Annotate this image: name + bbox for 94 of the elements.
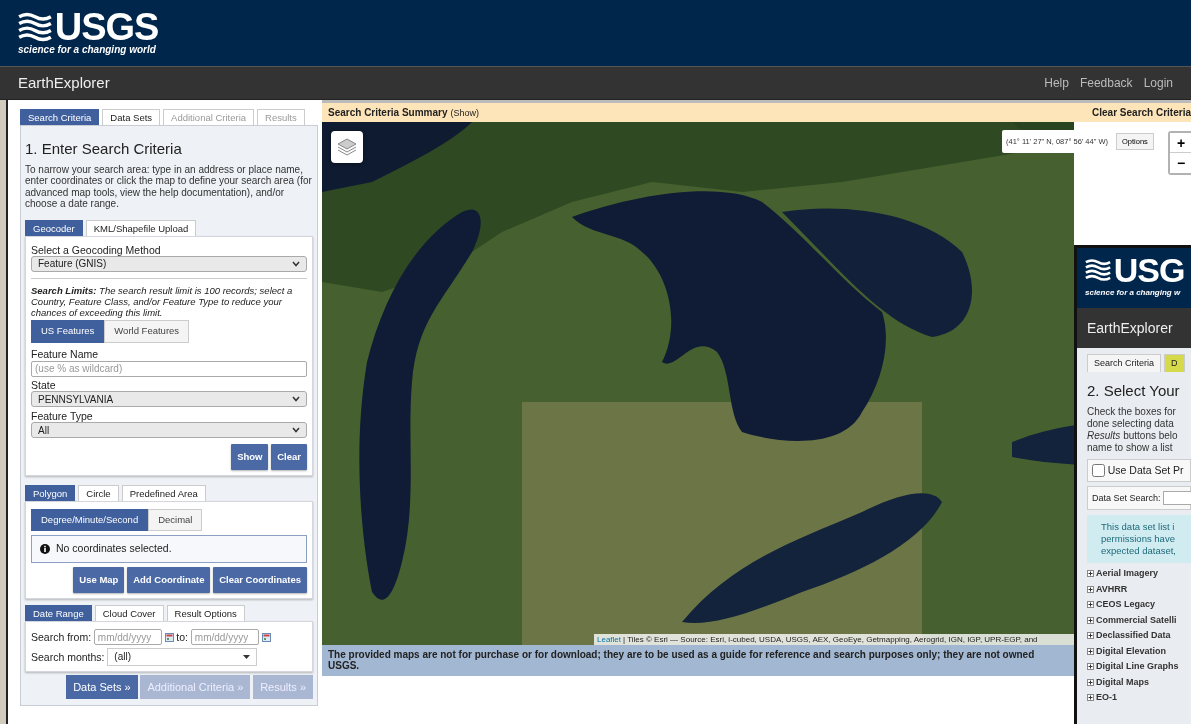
chevron-icon xyxy=(292,427,300,433)
toggle-option[interactable]: Degree/Minute/Second xyxy=(31,508,149,531)
nav-link[interactable]: Login xyxy=(1143,74,1173,92)
action-button[interactable]: Use Map xyxy=(73,566,125,593)
tab[interactable]: Date Range xyxy=(25,605,92,621)
tree-item[interactable]: Digital Line Graphs xyxy=(1087,659,1191,675)
tab[interactable]: Search Criteria xyxy=(1087,354,1162,372)
tab[interactable]: Search Criteria xyxy=(20,109,100,125)
calendar-icon[interactable] xyxy=(261,632,271,642)
section-heading: 2. Select Your xyxy=(1087,381,1181,401)
zoom-in-button[interactable]: + xyxy=(1170,133,1191,153)
field-label: Select a Geocoding Method xyxy=(31,243,162,256)
tab[interactable]: Geocoder xyxy=(25,219,83,236)
clear-criteria-link[interactable]: Clear Search Criteria xyxy=(1092,105,1191,120)
tree-item[interactable]: Digital Maps xyxy=(1087,674,1191,690)
show-link[interactable]: (Show) xyxy=(450,107,480,118)
toggle-option[interactable]: US Features xyxy=(31,320,105,343)
tab[interactable]: Circle xyxy=(78,484,119,501)
action-button[interactable]: Clear xyxy=(271,443,307,470)
dropdown[interactable]: All xyxy=(31,422,307,438)
tree-item[interactable]: Declassified Data xyxy=(1087,628,1191,644)
chevron-icon xyxy=(292,260,300,267)
tab[interactable]: D xyxy=(1164,354,1185,372)
logo-tagline: science for a changing world xyxy=(18,44,157,56)
tree-item[interactable]: EO-1 xyxy=(1087,690,1191,706)
tab[interactable]: Predefined Area xyxy=(121,484,206,501)
tree-item[interactable]: AVHRR xyxy=(1087,581,1191,597)
dropdown[interactable]: Feature (GNIS) xyxy=(31,255,307,272)
tab[interactable]: KML/Shapefile Upload xyxy=(85,219,197,236)
tree-item[interactable]: CEOS Legacy xyxy=(1087,597,1191,613)
date-field[interactable]: mm/dd/yyyy xyxy=(190,629,259,645)
satellite-map-drawing[interactable] xyxy=(322,122,1074,645)
logo-text: USGS xyxy=(54,10,159,44)
tab[interactable]: Polygon xyxy=(25,484,76,501)
app-title: EarthExplorer xyxy=(1087,318,1173,338)
text-field[interactable]: (use % as wildcard) xyxy=(31,360,307,377)
field-label: Feature Name xyxy=(31,348,100,360)
caret-icon xyxy=(243,654,251,659)
checkbox-label: Use Data Set Pr xyxy=(1107,462,1184,478)
tree-item[interactable]: Commercial Satelli xyxy=(1087,612,1191,628)
expand-icon[interactable] xyxy=(1087,585,1094,593)
app-title: EarthExplorer xyxy=(18,72,110,93)
date-field[interactable]: mm/dd/yyyy xyxy=(93,629,162,645)
help-link[interactable]: help documentation xyxy=(159,186,247,198)
layers-button[interactable] xyxy=(331,131,363,163)
summary-title: Search Criteria Summary xyxy=(328,106,448,118)
expand-icon[interactable] xyxy=(1087,570,1094,578)
tab[interactable]: Data Sets xyxy=(102,109,161,125)
expand-icon[interactable] xyxy=(1087,616,1094,624)
expand-icon[interactable] xyxy=(1087,663,1094,671)
leaflet-link[interactable]: Leaflet xyxy=(597,634,622,645)
expand-icon[interactable] xyxy=(1087,632,1094,640)
status-message: No coordinates selected. xyxy=(56,541,172,556)
expand-icon[interactable] xyxy=(1087,647,1094,655)
nav-button[interactable]: Data Sets » xyxy=(66,674,138,699)
tab[interactable]: Result Options xyxy=(166,605,245,621)
nav-link[interactable]: Feedback xyxy=(1079,74,1133,92)
field-label: to: xyxy=(176,631,189,643)
checkbox[interactable] xyxy=(1092,463,1105,477)
layers-icon xyxy=(337,138,357,156)
section-heading: 1. Enter Search Criteria xyxy=(25,139,183,159)
action-button[interactable]: Clear Coordinates xyxy=(213,566,307,593)
disclaimer-text: The provided maps are not for purchase or for download; they are to be used as a guide for reference and search purposes only; they are not owned USGS. xyxy=(322,645,1074,676)
months-dropdown[interactable]: (all) xyxy=(107,647,258,666)
tree-item[interactable]: Aerial Imagery xyxy=(1087,566,1191,582)
expand-icon[interactable] xyxy=(1087,601,1094,609)
info-icon xyxy=(40,543,50,554)
toggle-option[interactable]: Decimal xyxy=(148,508,203,531)
dropdown[interactable]: PENNSYLVANIA xyxy=(31,391,307,408)
attribution-text: | Tiles © Esri — Source: Esri, i-cubed, USDA, USGS, AEX, GeoEye, Getmapping, Aerogrid, IGN, IGP, UPR-EGP, and xyxy=(623,634,1038,645)
notice-text: This data set list i permissions have expected dataset, xyxy=(1087,515,1191,564)
field-label: State xyxy=(31,379,57,392)
field-label: Feature Type xyxy=(31,410,94,422)
chevron-icon xyxy=(292,396,300,403)
logo-text: USG xyxy=(1113,253,1185,287)
field-label: Search from: xyxy=(31,631,92,643)
toggle-option[interactable]: World Features xyxy=(104,320,190,343)
search-limits-text: Search Limits: The search result limit is 100 records; select a Country, Feature Class, and/or Feature Type to reduce your chances of exceeding this limit. xyxy=(31,277,307,318)
tab[interactable]: Cloud Cover xyxy=(94,605,164,621)
action-button[interactable]: Show xyxy=(231,443,269,470)
search-field[interactable] xyxy=(1163,491,1191,506)
intro-text: To narrow your search area: type in an address or place name, enter coordinates or click the map to define your search area (for advanced map tools, view the help documentation), and/or choose a date range. xyxy=(25,163,313,210)
action-button[interactable]: Add Coordinate xyxy=(127,566,211,593)
field-label: Search months: xyxy=(31,650,105,663)
logo-wave-icon xyxy=(1085,258,1111,282)
tree-item[interactable]: Digital Elevation xyxy=(1087,643,1191,659)
field-label: Data Set Search: xyxy=(1092,491,1161,505)
logo-wave-icon xyxy=(18,12,52,42)
calendar-icon[interactable] xyxy=(164,632,174,642)
logo-tagline: science for a changing w xyxy=(1085,287,1182,299)
expand-icon[interactable] xyxy=(1087,678,1094,686)
nav-link[interactable]: Help xyxy=(1044,74,1069,92)
expand-icon[interactable] xyxy=(1087,694,1094,702)
intro-text: Check the boxes for done selecting data Results buttons belo name to show a list xyxy=(1087,405,1179,454)
